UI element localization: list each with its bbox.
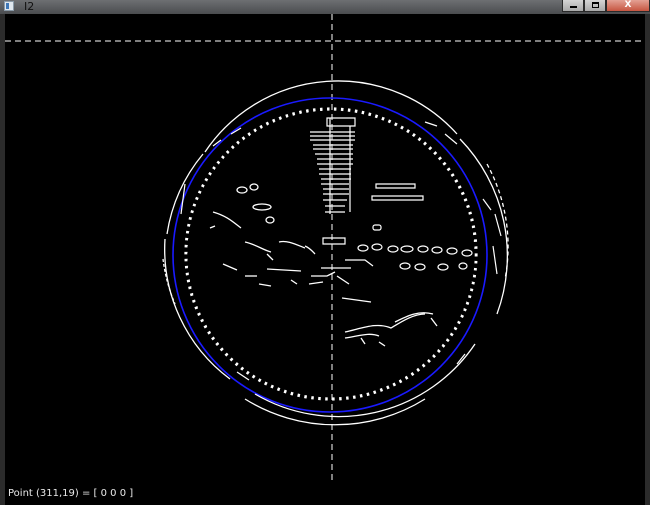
minimize-icon <box>569 6 577 8</box>
title-bar[interactable]: I2 X <box>0 0 650 14</box>
image-canvas[interactable] <box>5 14 645 482</box>
status-bar: Point (311,19) = [ 0 0 0 ] <box>5 482 645 505</box>
close-button[interactable]: X <box>606 0 650 12</box>
window-controls: X <box>562 0 650 12</box>
pixel-info-text: Point (311,19) = [ 0 0 0 ] <box>8 488 134 499</box>
edge-image <box>5 14 645 482</box>
maximize-button[interactable] <box>584 0 606 12</box>
opencv-window-icon <box>4 1 14 11</box>
maximize-icon <box>591 2 599 8</box>
close-icon: X <box>624 0 632 10</box>
coin-right-bars <box>371 183 424 201</box>
coin-lower-waves <box>341 297 438 347</box>
minimize-button[interactable] <box>562 0 584 12</box>
coin-center-band <box>345 224 473 271</box>
window-title: I2 <box>24 0 35 13</box>
coin-edge-noise <box>180 121 502 381</box>
